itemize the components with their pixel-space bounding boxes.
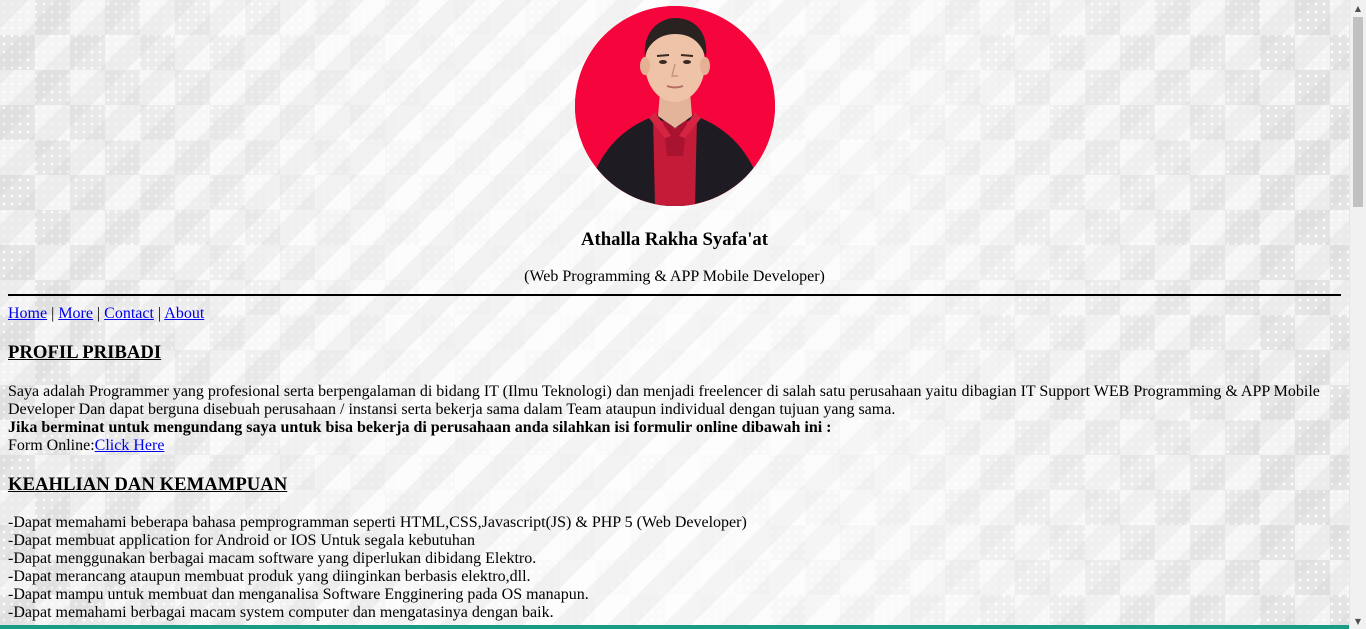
nav-separator: | [51,305,55,322]
skill-item: -Dapat memahami berbagai macam system co… [8,604,554,621]
invite-text: Jika berminat untuk mengundang saya untu… [8,419,832,436]
skill-item: -Dapat membuat application for Android o… [8,532,475,549]
nav-link-contact[interactable]: Contact [104,305,154,322]
scroll-up-arrow-icon[interactable]: ▲ [1350,0,1366,16]
vertical-scrollbar[interactable]: ▲ ▼ [1349,0,1366,629]
form-online-link[interactable]: Click Here [95,437,165,454]
main-nav: Home | More | Contact | About [8,305,204,323]
skills-list: -Dapat memahami beberapa bahasa pemprogr… [8,514,1341,622]
profile-section-title: PROFIL PRIBADI [8,342,162,363]
form-online-label: Form Online: [8,437,95,454]
header-divider [8,294,1341,296]
skills-section-title: KEAHLIAN DAN KEMAMPUAN [8,474,288,495]
scroll-down-arrow-icon[interactable]: ▼ [1350,613,1366,629]
nav-link-about[interactable]: About [164,305,204,322]
nav-link-more[interactable]: More [58,305,93,322]
profile-role: (Web Programming & APP Mobile Developer) [524,268,825,285]
profile-photo [575,6,775,206]
profile-name: Athalla Rakha Syafa'at [581,229,768,250]
bottom-accent-bar [0,625,1349,629]
skill-item: -Dapat mampu untuk membuat dan menganali… [8,586,589,603]
skill-item: -Dapat merancang ataupun membuat produk … [8,568,531,585]
scrollbar-thumb[interactable] [1353,17,1363,207]
skill-item: -Dapat menggunakan berbagai macam softwa… [8,550,537,567]
nav-separator: | [157,305,162,322]
profile-photo-image [575,6,775,206]
form-online-row: Form Online:Click Here [8,437,1341,455]
nav-link-home[interactable]: Home [8,305,47,322]
skill-item: -Dapat memahami beberapa bahasa pemprogr… [8,514,747,531]
profile-description: Saya adalah Programmer yang profesional … [8,383,1320,418]
nav-separator: | [96,305,101,322]
